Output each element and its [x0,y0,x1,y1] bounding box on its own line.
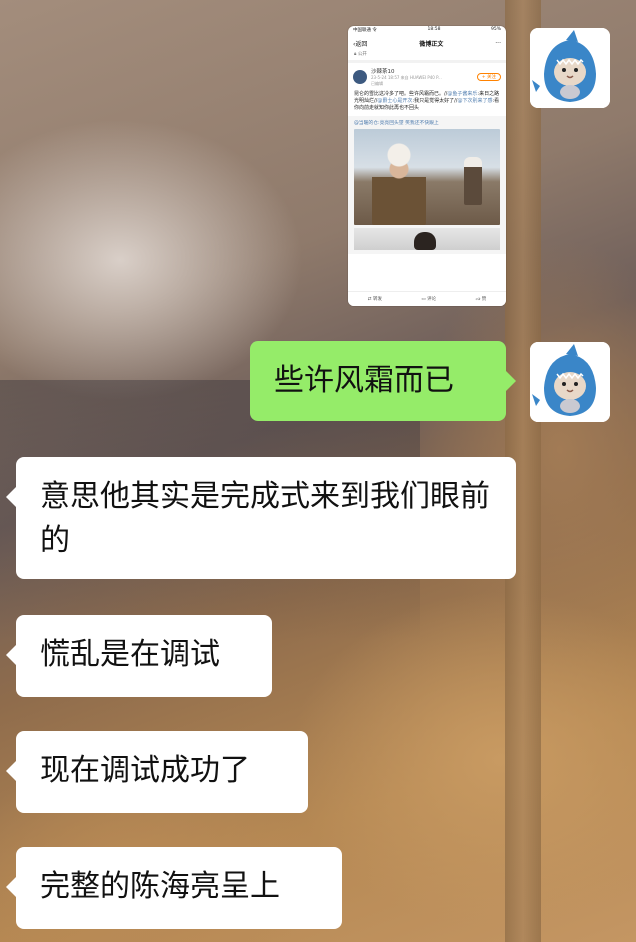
edited-label: 已编辑 [371,81,383,86]
screenshot-page-title: 微博正文 [419,40,444,48]
post-photo-snow-figure [354,129,500,225]
follow-button: + 关注 [476,73,501,81]
battery-label: 95% [490,27,501,32]
like-action: 👍︎ 赞 [475,297,487,302]
repost-action: ⇄ 转发 [367,297,382,302]
back-link: ‹返回 [353,40,368,48]
self-avatar[interactable] [530,342,610,422]
message-bubble-other[interactable]: 现在调试成功了 [6,731,308,813]
message-bubble-other[interactable]: 慌乱是在调试 [6,615,272,697]
message-bubble-other[interactable]: 完整的陈海亮呈上 [6,847,342,929]
photo-background-figure [464,157,482,205]
screenshot-status-bar: 中国联通 令 18:58 95% [348,26,506,36]
shark-hood-hamster-avatar-icon [530,28,610,108]
retweet-block: @当暖的仓:亮亮回头望 笑我还不快跟上 [348,116,506,254]
comment-icon: ▭ [421,297,426,302]
thumbs-up-icon: 👍︎ [475,297,481,302]
post-author-row: 沙棘茶10 23-5-24 18:57 来自 HUAWEI P40 P... 已… [348,63,506,89]
visibility-label: 🔒︎ 公开 [348,50,506,63]
author-name: 沙棘茶10 [371,69,395,75]
message-bubble-other[interactable]: 意思他其实是完成式来到我们眼前的 [6,457,516,579]
photo-person [372,143,426,225]
repost-icon: ⇄ [367,297,372,302]
shark-hood-hamster-avatar-icon [530,342,610,422]
photo-person-head [414,232,436,250]
post-action-bar: ⇄ 转发 ▭ 评论 👍︎ 赞 [348,291,506,306]
screenshot-navbar: ‹返回 微博正文 ··· [348,36,506,50]
carrier-label: 中国联通 令 [353,28,377,33]
retweet-text: @当暖的仓:亮亮回头望 笑我还不快跟上 [354,121,439,126]
lock-icon: 🔒︎ [354,52,357,57]
post-text: 昆仑的雪比这冷多了吧。些许风霜而已。//@鱼子酱来乐:来日之路光明灿烂//@爵士… [354,91,500,111]
author-avatar [353,70,367,84]
clock-label: 18:58 [427,27,441,32]
weibo-screenshot-message[interactable]: 中国联通 令 18:58 95% ‹返回 微博正文 ··· 🔒︎ 公开 沙棘茶1… [348,26,506,306]
ellipsis-icon: ··· [495,39,501,47]
message-bubble-self[interactable]: 些许风霜而已 [250,341,516,421]
self-avatar[interactable] [530,28,610,108]
post-photo-second [354,228,500,250]
comment-action: ▭ 评论 [421,297,437,302]
